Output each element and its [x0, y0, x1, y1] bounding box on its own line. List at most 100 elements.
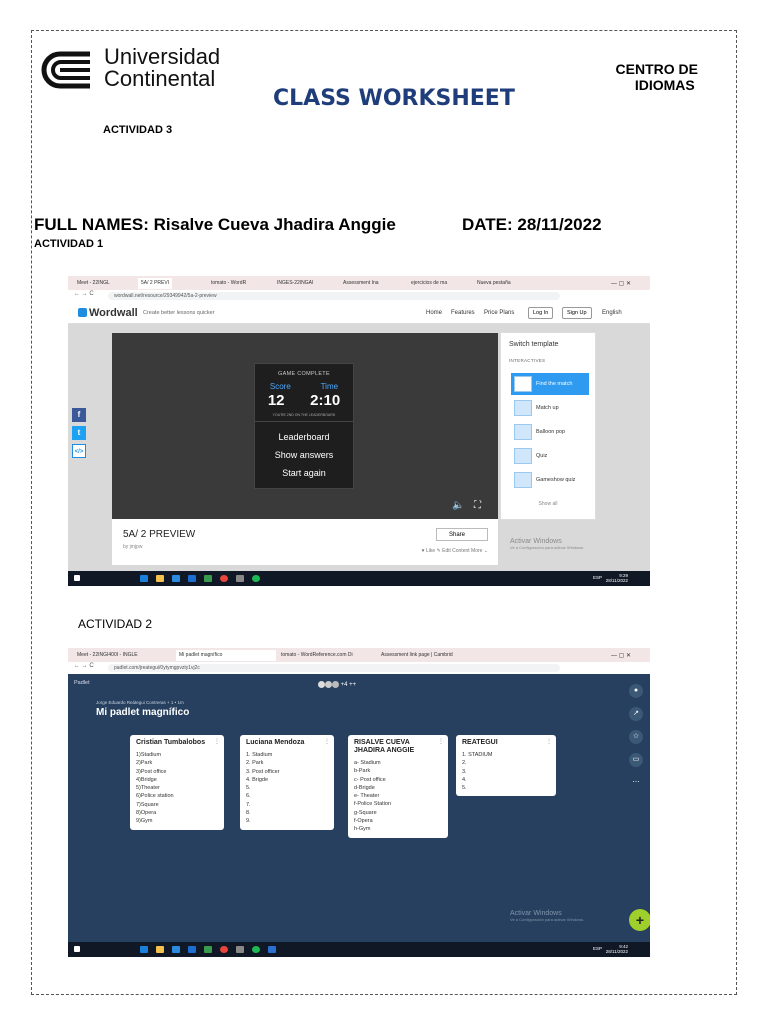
twitter-icon[interactable]: t	[72, 426, 86, 440]
leaderboard-button[interactable]: Leaderboard	[255, 428, 353, 446]
time-value: 2:10	[310, 392, 341, 409]
language-select[interactable]: English	[602, 310, 622, 316]
nav-features[interactable]: Features	[451, 310, 475, 316]
card-line: d-Brigde	[354, 784, 375, 791]
tab[interactable]: Assessment Ina	[340, 278, 382, 289]
more-icon[interactable]: ⋮	[214, 738, 220, 746]
nav-price-plans[interactable]: Price Plans	[484, 310, 514, 316]
card-line: 2. Park	[246, 760, 264, 767]
photos-icon[interactable]	[204, 575, 212, 582]
nav-home[interactable]: Home	[426, 310, 442, 316]
chrome-icon[interactable]	[220, 946, 228, 953]
activar-sub: Ve a Configuración para activar Windows.	[510, 917, 585, 922]
app-icon[interactable]	[236, 575, 244, 582]
tab[interactable]: Meet - 22INGL	[74, 278, 113, 289]
rank-text: YOU'RE 2ND ON THE LEADERBOARD	[255, 413, 353, 422]
store-icon[interactable]	[172, 575, 180, 582]
tab[interactable]: Meet - 22INGI400I - INGLE	[74, 650, 141, 661]
windows-start-icon[interactable]	[74, 575, 80, 581]
activar-title: Activar Windows	[510, 910, 562, 917]
signup-button[interactable]: Sign Up	[562, 307, 592, 319]
volume-icon[interactable]: 🔈	[452, 500, 464, 511]
url-input[interactable]: padlet.com/jreategui/0ytymgpvzty1vj2c	[108, 664, 560, 672]
template-gameshow-quiz[interactable]: Gameshow quiz	[511, 469, 589, 491]
more-icon[interactable]: ⋮	[546, 738, 552, 746]
card-line: 8.	[246, 810, 251, 817]
template-thumb-icon	[514, 400, 532, 416]
login-button[interactable]: Log In	[528, 307, 554, 319]
word-icon[interactable]	[268, 946, 276, 953]
padlet-header: Jorge Eduardo Reátegui Contreras + 1 • 1…	[96, 700, 189, 718]
taskbar-clock: 9:42 28/11/2022	[606, 944, 628, 954]
store-icon[interactable]	[172, 946, 180, 953]
sidebar-subtitle: INTERACTIVES	[509, 358, 546, 363]
spotify-icon[interactable]	[252, 575, 260, 582]
post-card[interactable]: ⋮ Cristian Tumbalobos 1)Stadium 2)Park 3…	[130, 735, 224, 830]
tab[interactable]: Nueva pestaña	[474, 278, 514, 289]
padlet-brand[interactable]: Padlet	[74, 680, 90, 686]
chrome-icon[interactable]	[220, 575, 228, 582]
tab[interactable]: tomato - WordReference.com Di	[278, 650, 356, 661]
template-find-the-match[interactable]: Find the match	[511, 373, 589, 395]
add-post-button[interactable]: +	[629, 909, 650, 931]
star-icon[interactable]: ☆	[629, 730, 643, 744]
show-answers-button[interactable]: Show answers	[255, 446, 353, 464]
card-line: 3. Post officer	[246, 768, 280, 775]
slideshow-icon[interactable]: ▭	[629, 753, 643, 767]
card-line: 6)Police station	[136, 793, 174, 800]
explorer-icon[interactable]	[156, 946, 164, 953]
embed-icon[interactable]: </>	[72, 444, 86, 458]
share-button[interactable]: Share	[436, 528, 488, 541]
template-balloon-pop[interactable]: Balloon pop	[511, 421, 589, 443]
lang-code: ESP	[592, 575, 602, 580]
photos-icon[interactable]	[204, 946, 212, 953]
facebook-icon[interactable]: f	[72, 408, 86, 422]
tab[interactable]: ejercicios de ma	[408, 278, 450, 289]
mail-icon[interactable]	[188, 575, 196, 582]
tab-active[interactable]: Mi padlet magnífico	[176, 650, 276, 661]
share-icon[interactable]: ↗	[629, 707, 643, 721]
more-icon[interactable]: ⋮	[438, 738, 444, 746]
padlet-author: Jorge Eduardo Reátegui Contreras + 1 • 1…	[96, 700, 184, 705]
tab[interactable]: INGES-22INGAI	[274, 278, 316, 289]
show-all-link[interactable]: Show all	[501, 501, 595, 507]
app-icon[interactable]	[236, 946, 244, 953]
more-icon[interactable]: ⋮	[324, 738, 330, 746]
post-card[interactable]: ⋮ RISALVE CUEVA JHADIRA ANGGIE a- Stadiu…	[348, 735, 448, 838]
nav-arrows-icon[interactable]: ← → C	[74, 663, 94, 669]
fullscreen-icon[interactable]: ⛶	[474, 500, 481, 511]
browser-tabbar: Meet - 22INGI400I - INGLE Mi padlet magn…	[68, 648, 650, 662]
template-match-up[interactable]: Match up	[511, 397, 589, 419]
start-again-button[interactable]: Start again	[255, 464, 353, 482]
wordwall-logo[interactable]: Wordwall	[78, 307, 138, 319]
nav-arrows-icon[interactable]: ← → C	[74, 291, 94, 297]
tab[interactable]: Assessment link page | Cambrid	[378, 650, 456, 661]
post-card[interactable]: ⋮ Luciana Mendoza 1. Stadium 2. Park 3. …	[240, 735, 334, 830]
activity-author[interactable]: by jmjpw	[123, 544, 142, 550]
profile-icon[interactable]: ●	[629, 684, 643, 698]
game-area: GAME COMPLETE Score Time 12 2:10 YOU'RE …	[112, 333, 498, 519]
explorer-icon[interactable]	[156, 575, 164, 582]
windows-start-icon[interactable]	[74, 946, 80, 952]
avatar	[332, 681, 339, 688]
more-options-icon[interactable]: ⋯	[629, 776, 643, 790]
edge-icon[interactable]	[140, 946, 148, 953]
activity-actions[interactable]: ♥ Like ✎ Edit Content More ⌄	[422, 548, 488, 554]
url-input[interactable]: wordwall.net/resource/29349942/5a-2-prev…	[108, 292, 560, 300]
tab[interactable]: tomato - WordR	[208, 278, 249, 289]
edge-icon[interactable]	[140, 575, 148, 582]
time-label: Time	[320, 382, 339, 391]
brand-label: Wordwall	[89, 307, 138, 319]
activate-windows-watermark: Activar Windows Ve a Configuración para …	[510, 538, 584, 550]
mail-icon[interactable]	[188, 946, 196, 953]
card-line: 6.	[246, 793, 251, 800]
template-quiz[interactable]: Quiz	[511, 445, 589, 467]
spotify-icon[interactable]	[252, 946, 260, 953]
window-controls-icon[interactable]: — ▢ ✕	[608, 278, 634, 289]
window-controls-icon[interactable]: — ▢ ✕	[608, 650, 634, 661]
actividad1-label: ACTIVIDAD 1	[34, 238, 104, 250]
card-line: h-Gym	[354, 826, 371, 833]
post-card[interactable]: ⋮ REATEGUI 1. STADIUM 2. 3. 4. 5.	[456, 735, 556, 797]
tab-active[interactable]: 5A/ 2 PREVI	[138, 278, 173, 289]
activar-sub: Ve a Configuración para activar Windows.	[510, 545, 585, 550]
